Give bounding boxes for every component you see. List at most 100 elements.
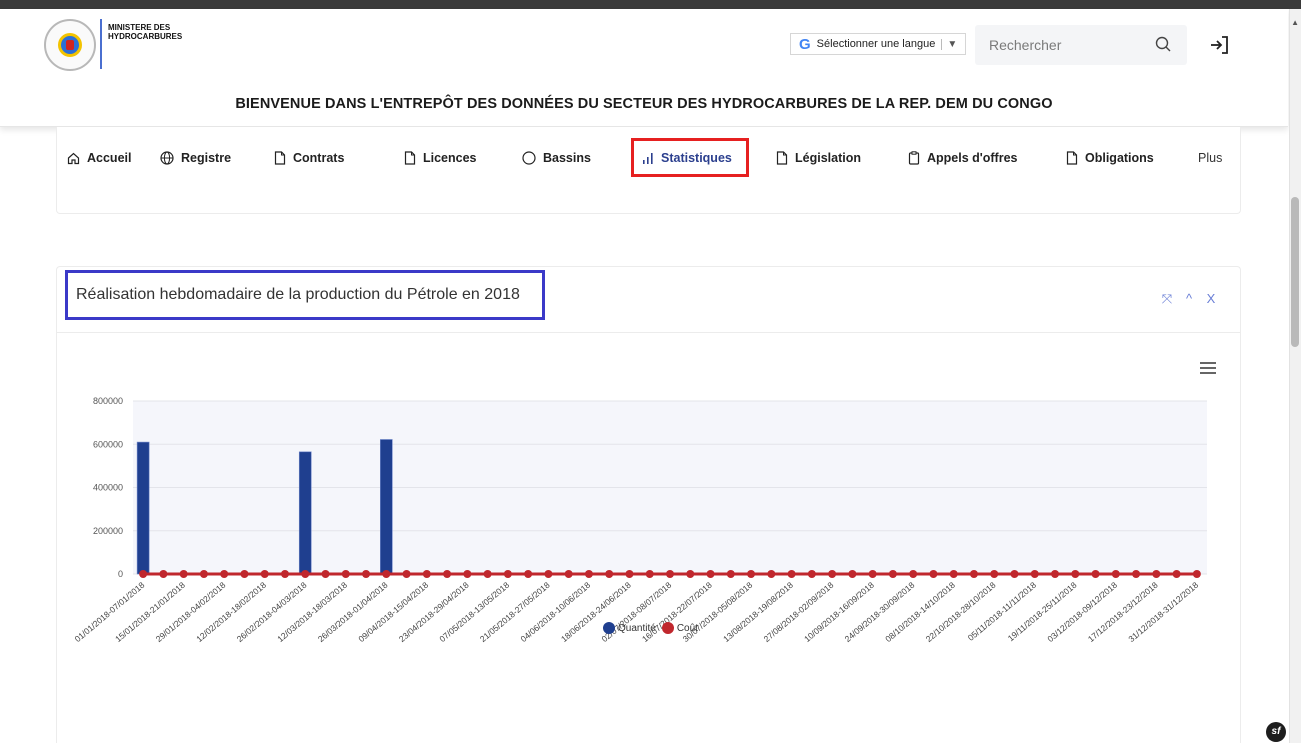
nav-item-accueil[interactable]: Accueil xyxy=(67,149,131,167)
clipboard-icon xyxy=(908,151,920,165)
point-cout xyxy=(807,570,816,578)
point-cout xyxy=(1091,570,1100,578)
x-tick-label: 21/05/2018-27/05/2018 xyxy=(478,580,552,644)
point-cout xyxy=(706,570,715,578)
site-header: MINISTERE DES HYDROCARBURES G Sélectionn… xyxy=(0,9,1288,127)
y-tick-label: 800000 xyxy=(93,396,123,406)
search-icon[interactable] xyxy=(1155,36,1171,52)
home-icon xyxy=(67,152,80,164)
card-header: Réalisation hebdomadaire de la productio… xyxy=(57,267,1240,333)
production-chart-card: Réalisation hebdomadaire de la productio… xyxy=(56,266,1241,743)
nav-item-registre[interactable]: Registre xyxy=(160,149,231,167)
page-scrollbar[interactable]: ▲ xyxy=(1289,9,1301,743)
x-tick-label: 24/09/2018-30/09/2018 xyxy=(843,580,917,644)
nav-label-bassins: Bassins xyxy=(543,151,591,165)
y-tick-label: 400000 xyxy=(93,483,123,493)
legend-item-cout[interactable]: Coût xyxy=(661,622,698,634)
x-tick-label: 17/12/2018-23/12/2018 xyxy=(1086,580,1160,644)
nav-label-obligations: Obligations xyxy=(1085,151,1154,165)
point-cout xyxy=(686,570,695,578)
ministry-logo[interactable] xyxy=(44,19,96,71)
point-cout xyxy=(1172,570,1181,578)
x-tick-label: 12/03/2018-18/03/2018 xyxy=(275,580,349,644)
language-selector[interactable]: G Sélectionner une langue ▼ xyxy=(790,33,967,55)
nav-item-licences[interactable]: Licences xyxy=(404,149,477,167)
nav-label-appels-doffres: Appels d'offres xyxy=(927,151,1018,165)
expand-icon[interactable]: ⤧ xyxy=(1160,291,1174,307)
search-box[interactable] xyxy=(975,25,1187,65)
legend-marker-cout xyxy=(661,622,674,634)
point-cout xyxy=(503,570,512,578)
ministry-name: MINISTERE DES HYDROCARBURES xyxy=(108,23,183,41)
point-cout xyxy=(1071,570,1080,578)
point-cout xyxy=(260,570,269,578)
x-tick-label: 23/04/2018-29/04/2018 xyxy=(397,580,471,644)
production-bar-chart: 0 200000 400000 600000 800000 01/01/2018-07/0… xyxy=(73,396,1207,644)
point-cout xyxy=(1030,570,1039,578)
x-tick-label: 08/10/2018-14/10/2018 xyxy=(883,580,957,644)
nav-item-plus[interactable]: Plus xyxy=(1198,149,1222,167)
x-tick-label: 07/05/2018-13/05/2018 xyxy=(437,580,511,644)
point-cout xyxy=(1152,570,1161,578)
point-cout xyxy=(564,570,573,578)
y-tick-label: 0 xyxy=(118,569,123,579)
nav-item-legislation[interactable]: Législation xyxy=(776,149,861,167)
point-cout xyxy=(483,570,492,578)
point-cout xyxy=(868,570,877,578)
point-cout xyxy=(1111,570,1120,578)
x-tick-label: 10/09/2018-16/09/2018 xyxy=(802,580,876,644)
document-icon xyxy=(776,151,788,165)
x-tick-label: 15/01/2018-21/01/2018 xyxy=(113,580,187,644)
x-tick-label: 04/06/2018-10/06/2018 xyxy=(518,580,592,644)
x-tick-label: 26/03/2018-01/04/2018 xyxy=(316,580,390,644)
point-cout xyxy=(280,570,289,578)
x-tick-label: 01/01/2018-07/01/2018 xyxy=(73,580,147,644)
point-cout xyxy=(848,570,857,578)
point-cout xyxy=(159,570,168,578)
document-icon xyxy=(274,151,286,165)
nav-item-statistiques[interactable]: Statistiques xyxy=(642,149,732,167)
close-icon[interactable]: X xyxy=(1204,291,1218,307)
logo-separator xyxy=(100,19,102,69)
point-cout xyxy=(645,570,654,578)
login-icon[interactable] xyxy=(1208,35,1230,55)
point-cout xyxy=(584,570,593,578)
point-cout xyxy=(1051,570,1060,578)
collapse-icon[interactable]: ^ xyxy=(1182,291,1196,307)
point-cout xyxy=(666,570,674,578)
symfony-debug-icon[interactable]: sf xyxy=(1266,722,1286,742)
legend-item-quantite[interactable]: Quantité xyxy=(603,622,656,634)
scrollbar-thumb[interactable] xyxy=(1291,197,1299,347)
legend-label-quantite: Quantité xyxy=(618,622,656,634)
scroll-up-arrow-icon[interactable]: ▲ xyxy=(1291,19,1299,27)
point-cout xyxy=(240,570,249,578)
point-cout xyxy=(888,570,897,578)
point-cout xyxy=(1192,570,1201,578)
point-cout xyxy=(787,570,796,578)
nav-item-bassins[interactable]: Bassins xyxy=(522,149,591,167)
point-cout xyxy=(362,570,371,578)
point-cout xyxy=(382,570,391,578)
legend-label-cout: Coût xyxy=(676,622,698,634)
point-cout xyxy=(443,570,452,578)
nav-item-appels-doffres[interactable]: Appels d'offres xyxy=(908,149,1018,167)
x-tick-label: 19/11/2018-25/11/2018 xyxy=(1006,580,1079,644)
nav-item-obligations[interactable]: Obligations xyxy=(1066,149,1154,167)
x-tick-label: 29/01/2018-04/02/2018 xyxy=(154,580,228,644)
nav-label-statistiques: Statistiques xyxy=(661,151,732,165)
point-cout xyxy=(301,570,310,578)
search-input[interactable] xyxy=(989,35,1139,55)
point-cout xyxy=(1010,570,1019,578)
dropdown-caret-icon[interactable]: ▼ xyxy=(941,38,957,50)
card-title-highlight: Réalisation hebdomadaire de la productio… xyxy=(65,270,545,320)
circle-icon xyxy=(522,151,536,165)
welcome-banner: BIENVENUE DANS L'ENTREPÔT DES DONNÉES DU… xyxy=(235,96,1053,112)
point-cout xyxy=(544,570,553,578)
point-cout xyxy=(625,570,634,578)
x-tick-label: 18/06/2018-24/06/2018 xyxy=(559,580,633,644)
nav-item-contrats[interactable]: Contrats xyxy=(274,149,344,167)
point-cout xyxy=(990,570,999,578)
point-cout xyxy=(969,570,978,578)
point-cout xyxy=(402,570,411,578)
nav-label-accueil: Accueil xyxy=(87,151,132,165)
